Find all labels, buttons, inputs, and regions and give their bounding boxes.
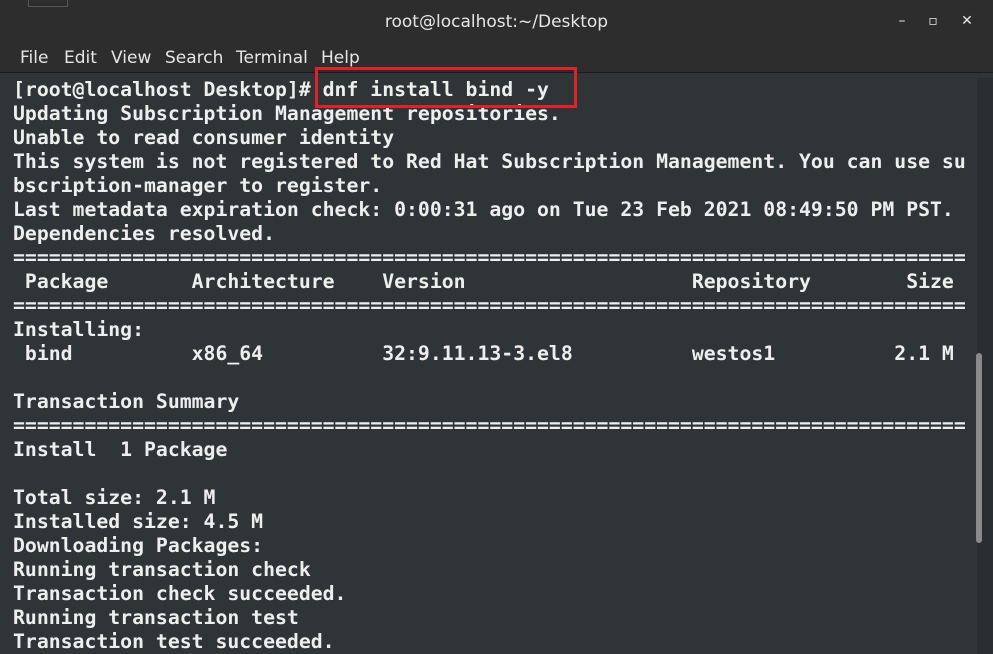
terminal-line: ========================================…	[13, 246, 966, 269]
maximize-icon[interactable]: ▫	[922, 10, 944, 32]
terminal-line: ========================================…	[13, 414, 966, 437]
menu-file[interactable]: File	[20, 48, 48, 68]
minimize-icon[interactable]: –	[891, 10, 913, 32]
menu-edit[interactable]: Edit	[64, 48, 97, 68]
menu-search[interactable]: Search	[165, 48, 223, 68]
terminal-window: root@localhost:~/Desktop – ▫ ✕ File Edit…	[0, 0, 993, 654]
title-bar[interactable]: root@localhost:~/Desktop – ▫ ✕	[0, 0, 993, 44]
terminal-line: Dependencies resolved.	[13, 222, 276, 245]
terminal-line: Installed size: 4.5 M	[13, 510, 264, 533]
terminal-line: Installing:	[13, 318, 145, 341]
menu-view[interactable]: View	[111, 48, 151, 68]
scrollbar-thumb[interactable]	[976, 353, 982, 543]
terminal-line: Unable to read consumer identity	[13, 126, 395, 149]
terminal-line: Install 1 Package	[13, 438, 228, 461]
terminal-line: bind x86_64 32:9.11.13-3.el8 westos1 2.1…	[13, 342, 954, 365]
menu-terminal[interactable]: Terminal	[236, 48, 308, 68]
menu-help[interactable]: Help	[321, 48, 360, 68]
terminal-line: Transaction check succeeded.	[13, 582, 347, 605]
terminal-line: Downloading Packages:	[13, 534, 264, 557]
terminal-line: Transaction test succeeded.	[13, 630, 335, 653]
terminal-line: This system is not registered to Red Hat…	[13, 150, 966, 173]
close-icon[interactable]: ✕	[956, 10, 978, 32]
terminal-line: ========================================…	[13, 294, 966, 317]
window-title: root@localhost:~/Desktop	[384, 12, 609, 32]
terminal-line: Transaction Summary	[13, 390, 240, 413]
terminal-line: Total size: 2.1 M	[13, 486, 216, 509]
terminal-line: Running transaction test	[13, 606, 299, 629]
terminal-line: Running transaction check	[13, 558, 311, 581]
terminal-line: Package Architecture Version Repository …	[13, 270, 954, 293]
window-edge-mark	[28, 0, 68, 7]
command-highlight-box	[315, 67, 577, 108]
terminal-line: Last metadata expiration check: 0:00:31 …	[13, 198, 954, 221]
terminal-line: bscription-manager to register.	[13, 174, 383, 197]
